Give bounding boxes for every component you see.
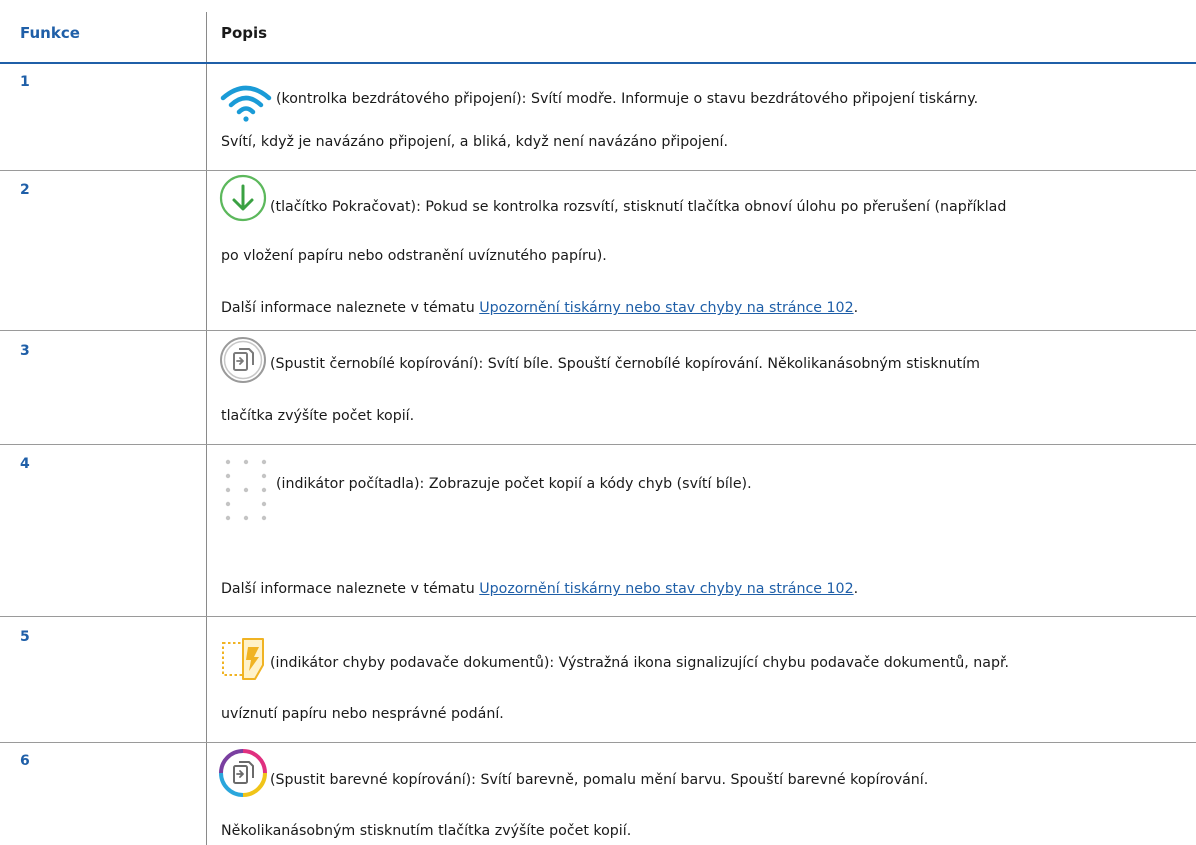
row-number: 3 (20, 343, 30, 359)
more-info-text: Další informace naleznete v tématu Upozo… (221, 581, 858, 597)
document-feeder-error-icon (222, 638, 264, 680)
description-line: (indikátor počítadla): Zobrazuje počet k… (276, 476, 752, 492)
row-divider (0, 170, 1196, 171)
description-line: po vložení papíru nebo odstranění uvíznu… (221, 248, 607, 264)
more-info-link[interactable]: Upozornění tiskárny nebo stav chyby na s… (479, 300, 853, 316)
more-info-text: Další informace naleznete v tématu Upozo… (221, 300, 858, 316)
row-number: 4 (20, 456, 30, 472)
row-divider (0, 444, 1196, 445)
header-rule (0, 62, 1196, 64)
more-info-prefix: Další informace naleznete v tématu (221, 581, 480, 597)
table-header: Funkce Popis (0, 0, 1196, 64)
row-divider (0, 330, 1196, 331)
description-line: tlačítka zvýšíte počet kopií. (221, 408, 415, 424)
wireless-icon (220, 85, 272, 122)
column-divider (206, 12, 207, 845)
description-line: Svítí, když je navázáno připojení, a bli… (221, 134, 729, 150)
row-number: 1 (20, 74, 30, 90)
bw-copy-icon (220, 337, 266, 383)
color-copy-icon (219, 749, 267, 797)
description-line: (Spustit barevné kopírování): Svítí bare… (270, 772, 929, 788)
description-line: (Spustit černobílé kopírování): Svítí bí… (270, 356, 980, 372)
header-description: Popis (221, 24, 268, 42)
description-line: uvíznutí papíru nebo nesprávné podání. (221, 706, 504, 722)
description-line: (indikátor chyby podavače dokumentů): Vý… (270, 655, 1010, 671)
row-number: 2 (20, 182, 30, 198)
row-divider (0, 616, 1196, 617)
counter-indicator-icon (225, 459, 267, 521)
row-divider (0, 742, 1196, 743)
description-line: (kontrolka bezdrátového připojení): Svít… (276, 91, 979, 107)
more-info-prefix: Další informace naleznete v tématu (221, 300, 480, 316)
description-line: Několikanásobným stisknutím tlačítka zvý… (221, 823, 632, 839)
description-line: (tlačítko Pokračovat): Pokud se kontrolk… (270, 199, 1007, 215)
resume-icon (219, 174, 267, 222)
header-feature: Funkce (20, 24, 80, 42)
row-number: 6 (20, 753, 30, 769)
more-info-suffix: . (853, 300, 859, 316)
more-info-link[interactable]: Upozornění tiskárny nebo stav chyby na s… (479, 581, 853, 597)
more-info-suffix: . (853, 581, 859, 597)
row-number: 5 (20, 629, 30, 645)
